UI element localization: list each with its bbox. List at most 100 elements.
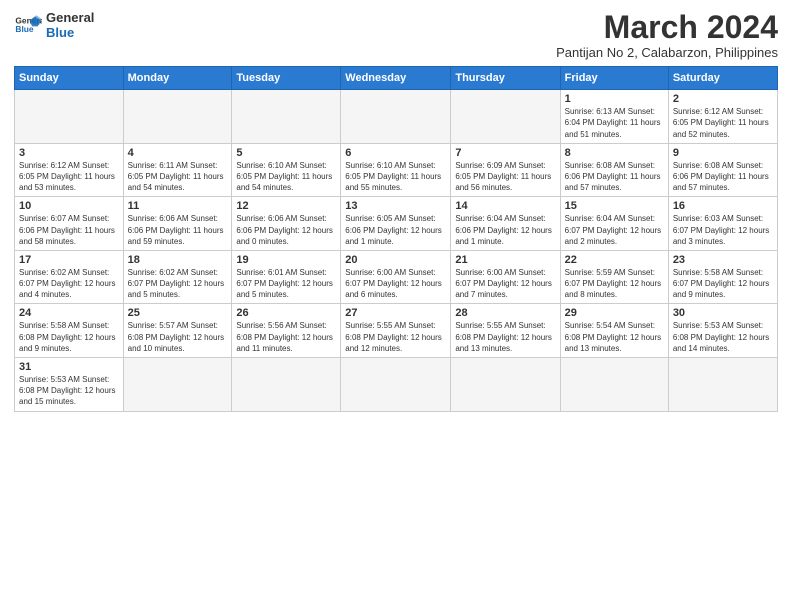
weekday-header-thursday: Thursday — [451, 67, 560, 90]
calendar-cell: 13Sunrise: 6:05 AM Sunset: 6:06 PM Dayli… — [341, 197, 451, 251]
calendar-cell — [232, 358, 341, 412]
calendar-cell: 18Sunrise: 6:02 AM Sunset: 6:07 PM Dayli… — [123, 250, 232, 304]
day-number: 20 — [345, 254, 446, 266]
day-number: 7 — [455, 147, 555, 159]
generalblue-logo-icon: General Blue — [14, 11, 42, 39]
day-number: 17 — [19, 254, 119, 266]
calendar-cell — [341, 90, 451, 144]
day-info: Sunrise: 6:00 AM Sunset: 6:07 PM Dayligh… — [455, 267, 555, 301]
day-info: Sunrise: 6:04 AM Sunset: 6:07 PM Dayligh… — [565, 213, 664, 247]
calendar-cell — [451, 358, 560, 412]
day-number: 14 — [455, 200, 555, 212]
day-number: 8 — [565, 147, 664, 159]
calendar-cell: 6Sunrise: 6:10 AM Sunset: 6:05 PM Daylig… — [341, 143, 451, 197]
day-number: 29 — [565, 307, 664, 319]
calendar-cell: 17Sunrise: 6:02 AM Sunset: 6:07 PM Dayli… — [15, 250, 124, 304]
day-number: 19 — [236, 254, 336, 266]
day-info: Sunrise: 6:09 AM Sunset: 6:05 PM Dayligh… — [455, 160, 555, 194]
weekday-header-tuesday: Tuesday — [232, 67, 341, 90]
day-number: 12 — [236, 200, 336, 212]
calendar-week-row: 10Sunrise: 6:07 AM Sunset: 6:06 PM Dayli… — [15, 197, 778, 251]
calendar-cell: 15Sunrise: 6:04 AM Sunset: 6:07 PM Dayli… — [560, 197, 668, 251]
day-info: Sunrise: 6:11 AM Sunset: 6:05 PM Dayligh… — [128, 160, 228, 194]
calendar-cell: 16Sunrise: 6:03 AM Sunset: 6:07 PM Dayli… — [668, 197, 777, 251]
day-info: Sunrise: 5:54 AM Sunset: 6:08 PM Dayligh… — [565, 320, 664, 354]
day-info: Sunrise: 6:06 AM Sunset: 6:06 PM Dayligh… — [128, 213, 228, 247]
day-number: 21 — [455, 254, 555, 266]
weekday-header-monday: Monday — [123, 67, 232, 90]
day-number: 13 — [345, 200, 446, 212]
svg-text:Blue: Blue — [15, 24, 33, 34]
weekday-header-row: SundayMondayTuesdayWednesdayThursdayFrid… — [15, 67, 778, 90]
day-number: 5 — [236, 147, 336, 159]
day-info: Sunrise: 5:53 AM Sunset: 6:08 PM Dayligh… — [673, 320, 773, 354]
calendar-cell: 25Sunrise: 5:57 AM Sunset: 6:08 PM Dayli… — [123, 304, 232, 358]
calendar-cell: 27Sunrise: 5:55 AM Sunset: 6:08 PM Dayli… — [341, 304, 451, 358]
calendar-cell: 21Sunrise: 6:00 AM Sunset: 6:07 PM Dayli… — [451, 250, 560, 304]
day-info: Sunrise: 5:57 AM Sunset: 6:08 PM Dayligh… — [128, 320, 228, 354]
day-info: Sunrise: 6:12 AM Sunset: 6:05 PM Dayligh… — [19, 160, 119, 194]
day-number: 31 — [19, 361, 119, 373]
day-number: 16 — [673, 200, 773, 212]
calendar-cell — [123, 90, 232, 144]
day-info: Sunrise: 5:56 AM Sunset: 6:08 PM Dayligh… — [236, 320, 336, 354]
day-info: Sunrise: 5:58 AM Sunset: 6:07 PM Dayligh… — [673, 267, 773, 301]
calendar-cell: 26Sunrise: 5:56 AM Sunset: 6:08 PM Dayli… — [232, 304, 341, 358]
weekday-header-saturday: Saturday — [668, 67, 777, 90]
calendar-cell — [232, 90, 341, 144]
weekday-header-wednesday: Wednesday — [341, 67, 451, 90]
day-number: 25 — [128, 307, 228, 319]
day-info: Sunrise: 5:55 AM Sunset: 6:08 PM Dayligh… — [455, 320, 555, 354]
calendar-week-row: 31Sunrise: 5:53 AM Sunset: 6:08 PM Dayli… — [15, 358, 778, 412]
day-info: Sunrise: 6:02 AM Sunset: 6:07 PM Dayligh… — [128, 267, 228, 301]
day-number: 28 — [455, 307, 555, 319]
calendar-cell: 28Sunrise: 5:55 AM Sunset: 6:08 PM Dayli… — [451, 304, 560, 358]
day-info: Sunrise: 6:08 AM Sunset: 6:06 PM Dayligh… — [565, 160, 664, 194]
day-info: Sunrise: 6:10 AM Sunset: 6:05 PM Dayligh… — [236, 160, 336, 194]
main-title: March 2024 — [556, 10, 778, 45]
day-info: Sunrise: 6:04 AM Sunset: 6:06 PM Dayligh… — [455, 213, 555, 247]
calendar-cell: 14Sunrise: 6:04 AM Sunset: 6:06 PM Dayli… — [451, 197, 560, 251]
calendar-cell: 2Sunrise: 6:12 AM Sunset: 6:05 PM Daylig… — [668, 90, 777, 144]
day-info: Sunrise: 6:01 AM Sunset: 6:07 PM Dayligh… — [236, 267, 336, 301]
calendar-week-row: 3Sunrise: 6:12 AM Sunset: 6:05 PM Daylig… — [15, 143, 778, 197]
title-block: March 2024 Pantijan No 2, Calabarzon, Ph… — [556, 10, 778, 60]
subtitle: Pantijan No 2, Calabarzon, Philippines — [556, 45, 778, 60]
day-info: Sunrise: 5:55 AM Sunset: 6:08 PM Dayligh… — [345, 320, 446, 354]
calendar-cell: 8Sunrise: 6:08 AM Sunset: 6:06 PM Daylig… — [560, 143, 668, 197]
day-info: Sunrise: 6:12 AM Sunset: 6:05 PM Dayligh… — [673, 106, 773, 140]
day-info: Sunrise: 6:02 AM Sunset: 6:07 PM Dayligh… — [19, 267, 119, 301]
day-number: 24 — [19, 307, 119, 319]
calendar-cell: 9Sunrise: 6:08 AM Sunset: 6:06 PM Daylig… — [668, 143, 777, 197]
calendar-cell: 4Sunrise: 6:11 AM Sunset: 6:05 PM Daylig… — [123, 143, 232, 197]
day-number: 9 — [673, 147, 773, 159]
calendar-cell: 29Sunrise: 5:54 AM Sunset: 6:08 PM Dayli… — [560, 304, 668, 358]
day-number: 15 — [565, 200, 664, 212]
day-info: Sunrise: 6:13 AM Sunset: 6:04 PM Dayligh… — [565, 106, 664, 140]
day-number: 11 — [128, 200, 228, 212]
day-number: 22 — [565, 254, 664, 266]
weekday-header-friday: Friday — [560, 67, 668, 90]
calendar-cell: 3Sunrise: 6:12 AM Sunset: 6:05 PM Daylig… — [15, 143, 124, 197]
calendar-cell — [560, 358, 668, 412]
calendar-cell — [341, 358, 451, 412]
calendar-cell: 1Sunrise: 6:13 AM Sunset: 6:04 PM Daylig… — [560, 90, 668, 144]
logo-blue: Blue — [46, 25, 94, 40]
day-info: Sunrise: 6:00 AM Sunset: 6:07 PM Dayligh… — [345, 267, 446, 301]
calendar-cell: 22Sunrise: 5:59 AM Sunset: 6:07 PM Dayli… — [560, 250, 668, 304]
calendar-cell: 5Sunrise: 6:10 AM Sunset: 6:05 PM Daylig… — [232, 143, 341, 197]
day-info: Sunrise: 6:03 AM Sunset: 6:07 PM Dayligh… — [673, 213, 773, 247]
day-number: 10 — [19, 200, 119, 212]
day-number: 27 — [345, 307, 446, 319]
day-number: 30 — [673, 307, 773, 319]
calendar-cell: 19Sunrise: 6:01 AM Sunset: 6:07 PM Dayli… — [232, 250, 341, 304]
calendar-cell: 20Sunrise: 6:00 AM Sunset: 6:07 PM Dayli… — [341, 250, 451, 304]
header: General Blue General Blue March 2024 Pan… — [14, 10, 778, 60]
calendar-cell: 7Sunrise: 6:09 AM Sunset: 6:05 PM Daylig… — [451, 143, 560, 197]
day-number: 18 — [128, 254, 228, 266]
calendar-week-row: 17Sunrise: 6:02 AM Sunset: 6:07 PM Dayli… — [15, 250, 778, 304]
logo: General Blue General Blue — [14, 10, 94, 40]
calendar-cell — [15, 90, 124, 144]
day-info: Sunrise: 5:59 AM Sunset: 6:07 PM Dayligh… — [565, 267, 664, 301]
calendar-week-row: 24Sunrise: 5:58 AM Sunset: 6:08 PM Dayli… — [15, 304, 778, 358]
